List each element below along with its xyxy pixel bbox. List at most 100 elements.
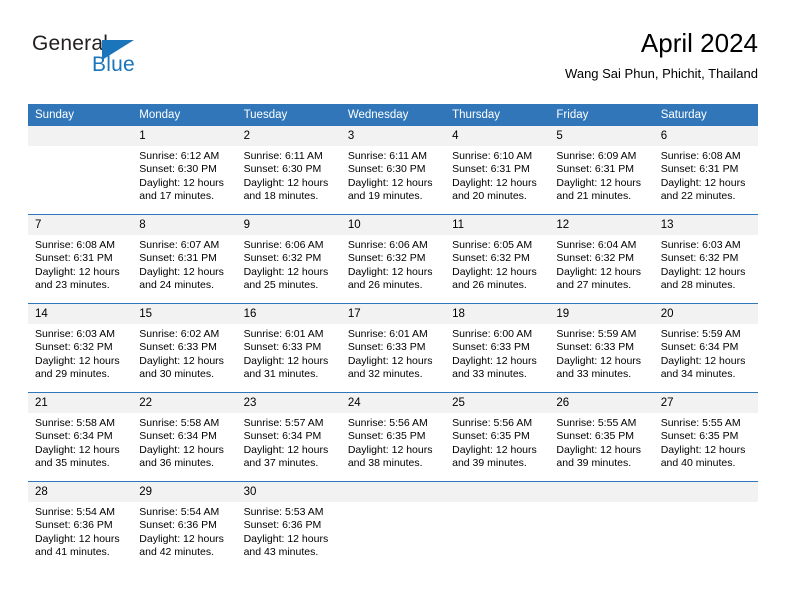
daylight-text: Daylight: 12 hours (452, 265, 537, 278)
day-number: 30 (236, 482, 341, 502)
sunrise-text: Sunrise: 6:06 AM (347, 239, 428, 251)
calendar-day-cell[interactable]: 3 Sunrise: 6:11 AM Sunset: 6:30 PM Daylight… (340, 126, 446, 215)
daylight-text-cont: and 19 minutes. (347, 190, 423, 203)
day-number: 20 (653, 304, 758, 324)
calendar-day-cell[interactable]: 25 Sunrise: 5:56 AM Sunset: 6:35 PM Dayligh… (445, 392, 550, 482)
calendar-day-cell[interactable]: 12 Sunrise: 6:04 AM Sunset: 6:32 PM Dayligh… (549, 214, 654, 304)
day-cell-content: 16 Sunrise: 6:01 AM Sunset: 6:33 PM Dayligh… (236, 304, 341, 392)
day-sun-info: Sunrise: 6:01 AM Sunset: 6:33 PM Daylight:… (237, 324, 341, 382)
calendar-day-cell[interactable]: 5 Sunrise: 6:09 AM Sunset: 6:31 PM Daylight… (549, 126, 654, 215)
calendar-day-cell[interactable]: 9 Sunrise: 6:06 AM Sunset: 6:32 PM Daylight… (236, 214, 341, 304)
day-cell-content: 28 Sunrise: 5:54 AM Sunset: 6:36 PM Dayligh… (28, 482, 133, 570)
day-sun-info: Sunrise: 5:59 AM Sunset: 6:33 PM Daylight:… (549, 324, 653, 382)
sunrise-text: Sunrise: 5:55 AM (556, 417, 637, 429)
sunset-text: Sunset: 6:31 PM (139, 252, 217, 265)
day-cell-content: 4 Sunrise: 6:10 AM Sunset: 6:31 PM Daylight… (445, 126, 550, 214)
sunrise-text: Sunrise: 5:58 AM (139, 417, 220, 429)
sunrise-text: Sunrise: 5:56 AM (452, 417, 533, 429)
sunrise-text: Sunrise: 6:01 AM (243, 328, 324, 340)
calendar-day-cell[interactable]: 26 Sunrise: 5:55 AM Sunset: 6:35 PM Dayligh… (549, 392, 654, 482)
calendar-day-cell[interactable]: 10 Sunrise: 6:06 AM Sunset: 6:32 PM Dayligh… (340, 214, 446, 304)
calendar-day-cell[interactable]: 21 Sunrise: 5:58 AM Sunset: 6:34 PM Dayligh… (28, 392, 133, 482)
calendar-day-cell (340, 481, 446, 570)
weekday-header-tuesday: Tuesday (236, 104, 341, 126)
daylight-text-cont: and 26 minutes. (452, 279, 527, 292)
page-header: General Blue April 2024 Wang Sai Phun, P… (28, 28, 758, 98)
calendar-day-cell[interactable]: 11 Sunrise: 6:05 AM Sunset: 6:32 PM Dayligh… (445, 214, 550, 304)
day-number (549, 482, 654, 502)
sunrise-text: Sunrise: 6:01 AM (347, 328, 428, 340)
day-number: 13 (653, 215, 758, 235)
calendar-day-cell[interactable]: 19 Sunrise: 5:59 AM Sunset: 6:33 PM Dayligh… (549, 303, 654, 393)
daylight-text: Daylight: 12 hours (243, 354, 329, 367)
weekday-header-row: Sunday Monday Tuesday Wednesday Thursday… (28, 104, 758, 126)
calendar-day-cell[interactable]: 6 Sunrise: 6:08 AM Sunset: 6:31 PM Daylight… (653, 126, 758, 215)
calendar-day-cell[interactable]: 24 Sunrise: 5:56 AM Sunset: 6:35 PM Dayligh… (340, 392, 446, 482)
calendar-day-cell (549, 481, 654, 570)
day-cell-content: 29 Sunrise: 5:54 AM Sunset: 6:36 PM Dayligh… (132, 482, 237, 570)
calendar-day-cell[interactable]: 22 Sunrise: 5:58 AM Sunset: 6:34 PM Dayligh… (132, 392, 237, 482)
calendar-day-cell[interactable]: 30 Sunrise: 5:53 AM Sunset: 6:36 PM Dayligh… (236, 481, 341, 570)
daylight-text: Daylight: 12 hours (35, 354, 120, 367)
daylight-text: Daylight: 12 hours (243, 443, 329, 456)
calendar-day-cell[interactable]: 28 Sunrise: 5:54 AM Sunset: 6:36 PM Dayligh… (28, 481, 133, 570)
day-sun-info: Sunrise: 5:56 AM Sunset: 6:35 PM Daylight:… (445, 413, 549, 471)
calendar-day-cell[interactable]: 2 Sunrise: 6:11 AM Sunset: 6:30 PM Daylight… (236, 126, 341, 215)
calendar-day-cell[interactable]: 20 Sunrise: 5:59 AM Sunset: 6:34 PM Dayligh… (653, 303, 758, 393)
day-cell-content: 25 Sunrise: 5:56 AM Sunset: 6:35 PM Dayligh… (445, 393, 550, 481)
day-cell-content: 13 Sunrise: 6:03 AM Sunset: 6:32 PM Dayligh… (653, 215, 758, 303)
day-sun-info: Sunrise: 5:55 AM Sunset: 6:35 PM Daylight:… (654, 413, 758, 471)
day-number: 14 (28, 304, 133, 324)
daylight-text-cont: and 20 minutes. (452, 190, 527, 203)
sunset-text: Sunset: 6:33 PM (243, 341, 322, 354)
general-blue-logo[interactable]: General Blue (32, 32, 162, 84)
day-number: 5 (549, 126, 654, 146)
sunset-text: Sunset: 6:30 PM (347, 163, 426, 176)
daylight-text-cont: and 33 minutes. (452, 368, 527, 381)
day-cell-content: 19 Sunrise: 5:59 AM Sunset: 6:33 PM Dayligh… (549, 304, 654, 392)
calendar-day-cell[interactable]: 17 Sunrise: 6:01 AM Sunset: 6:33 PM Dayligh… (340, 303, 446, 393)
calendar-day-cell (445, 481, 550, 570)
daylight-text: Daylight: 12 hours (660, 265, 746, 278)
sunrise-text: Sunrise: 6:11 AM (347, 150, 428, 162)
day-cell-content (340, 482, 446, 570)
day-sun-info: Sunrise: 6:03 AM Sunset: 6:32 PM Daylight:… (654, 235, 758, 293)
day-sun-info: Sunrise: 5:54 AM Sunset: 6:36 PM Daylight:… (28, 502, 132, 560)
day-cell-content: 1 Sunrise: 6:12 AM Sunset: 6:30 PM Daylight… (132, 126, 237, 214)
day-sun-info: Sunrise: 6:06 AM Sunset: 6:32 PM Daylight:… (341, 235, 445, 293)
title-block: April 2024 Wang Sai Phun, Phichit, Thail… (565, 28, 758, 82)
day-sun-info: Sunrise: 6:08 AM Sunset: 6:31 PM Daylight:… (28, 235, 132, 293)
weekday-header-thursday: Thursday (445, 104, 550, 126)
calendar-day-cell[interactable]: 13 Sunrise: 6:03 AM Sunset: 6:32 PM Dayligh… (653, 214, 758, 304)
day-cell-content: 20 Sunrise: 5:59 AM Sunset: 6:34 PM Dayligh… (653, 304, 758, 392)
calendar-day-cell[interactable]: 16 Sunrise: 6:01 AM Sunset: 6:33 PM Dayligh… (236, 303, 341, 393)
sunset-text: Sunset: 6:32 PM (347, 252, 426, 265)
sunrise-text: Sunrise: 5:57 AM (243, 417, 324, 429)
sunset-text: Sunset: 6:36 PM (139, 519, 217, 532)
calendar-day-cell[interactable]: 15 Sunrise: 6:02 AM Sunset: 6:33 PM Dayligh… (132, 303, 237, 393)
calendar-day-cell[interactable]: 8 Sunrise: 6:07 AM Sunset: 6:31 PM Daylight… (132, 214, 237, 304)
daylight-text: Daylight: 12 hours (139, 443, 224, 456)
sunrise-text: Sunrise: 5:59 AM (660, 328, 741, 340)
calendar-day-cell[interactable]: 14 Sunrise: 6:03 AM Sunset: 6:32 PM Dayligh… (28, 303, 133, 393)
sunrise-text: Sunrise: 6:06 AM (243, 239, 324, 251)
day-sun-info: Sunrise: 6:07 AM Sunset: 6:31 PM Daylight:… (132, 235, 236, 293)
calendar-day-cell[interactable]: 23 Sunrise: 5:57 AM Sunset: 6:34 PM Dayligh… (236, 392, 341, 482)
sunset-text: Sunset: 6:34 PM (243, 430, 322, 443)
day-number: 2 (236, 126, 341, 146)
calendar-day-cell (653, 481, 758, 570)
calendar-day-cell[interactable]: 29 Sunrise: 5:54 AM Sunset: 6:36 PM Dayligh… (132, 481, 237, 570)
calendar-day-cell[interactable]: 1 Sunrise: 6:12 AM Sunset: 6:30 PM Daylight… (132, 126, 237, 215)
day-number: 24 (340, 393, 446, 413)
day-number (653, 482, 758, 502)
calendar-day-cell[interactable]: 18 Sunrise: 6:00 AM Sunset: 6:33 PM Dayligh… (445, 303, 550, 393)
daylight-text: Daylight: 12 hours (35, 443, 120, 456)
sunset-text: Sunset: 6:35 PM (452, 430, 530, 443)
day-sun-info: Sunrise: 6:01 AM Sunset: 6:33 PM Daylight:… (341, 324, 445, 382)
calendar-day-cell[interactable]: 27 Sunrise: 5:55 AM Sunset: 6:35 PM Dayligh… (653, 392, 758, 482)
daylight-text-cont: and 43 minutes. (243, 546, 319, 559)
day-number: 7 (28, 215, 133, 235)
calendar-day-cell[interactable]: 4 Sunrise: 6:10 AM Sunset: 6:31 PM Daylight… (445, 126, 550, 215)
calendar-day-cell[interactable]: 7 Sunrise: 6:08 AM Sunset: 6:31 PM Daylight… (28, 214, 133, 304)
sunset-text: Sunset: 6:32 PM (660, 252, 739, 265)
